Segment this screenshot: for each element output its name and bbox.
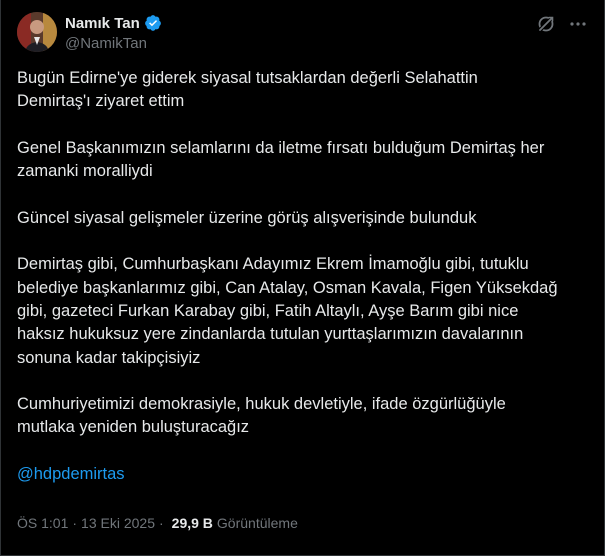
mention-link[interactable]: @hdpdemirtas	[17, 463, 125, 486]
tweet-text: Bugün Edirne'ye giderek siyasal tutsakla…	[17, 67, 577, 510]
grok-icon[interactable]	[536, 14, 556, 34]
author-handle[interactable]: @NamikTan	[65, 35, 162, 52]
tweet-time[interactable]: ÖS 1:01	[17, 515, 68, 531]
tweet-paragraph: Güncel siyasal gelişmeler üzerine görüş …	[17, 208, 477, 227]
views-count: 29,9 B	[171, 515, 213, 531]
tweet-meta: ÖS 1:01 · 13 Eki 2025 · 29,9 B Görüntüle…	[17, 515, 298, 531]
tweet-date[interactable]: 13 Eki 2025	[81, 515, 155, 531]
tweet-paragraph: Genel Başkanımızın selamlarını da iletme…	[17, 138, 545, 181]
tweet-paragraph: Demirtaş gibi, Cumhurbaşkanı Adayımız Ek…	[17, 255, 558, 367]
views-label: Görüntüleme	[216, 515, 298, 531]
more-horizontal-icon[interactable]	[568, 14, 588, 34]
meta-separator: ·	[159, 515, 164, 531]
tweet-detail: Namık Tan @NamikTan Bugün Edirne'ye gide…	[0, 0, 605, 556]
tweet-header: Namık Tan @NamikTan	[17, 12, 588, 56]
header-actions	[536, 14, 588, 34]
verified-badge-icon[interactable]	[144, 14, 162, 32]
tweet-mention-paragraph: @hdpdemirtas	[17, 463, 577, 486]
display-name[interactable]: Namık Tan	[65, 15, 140, 32]
tweet-paragraph: Bugün Edirne'ye giderek siyasal tutsakla…	[17, 69, 478, 111]
meta-separator: ·	[72, 515, 78, 531]
tweet-paragraph: Cumhuriyetimizi demokrasiyle, hukuk devl…	[17, 395, 506, 437]
avatar[interactable]	[17, 12, 57, 52]
author-names: Namık Tan @NamikTan	[65, 13, 162, 52]
